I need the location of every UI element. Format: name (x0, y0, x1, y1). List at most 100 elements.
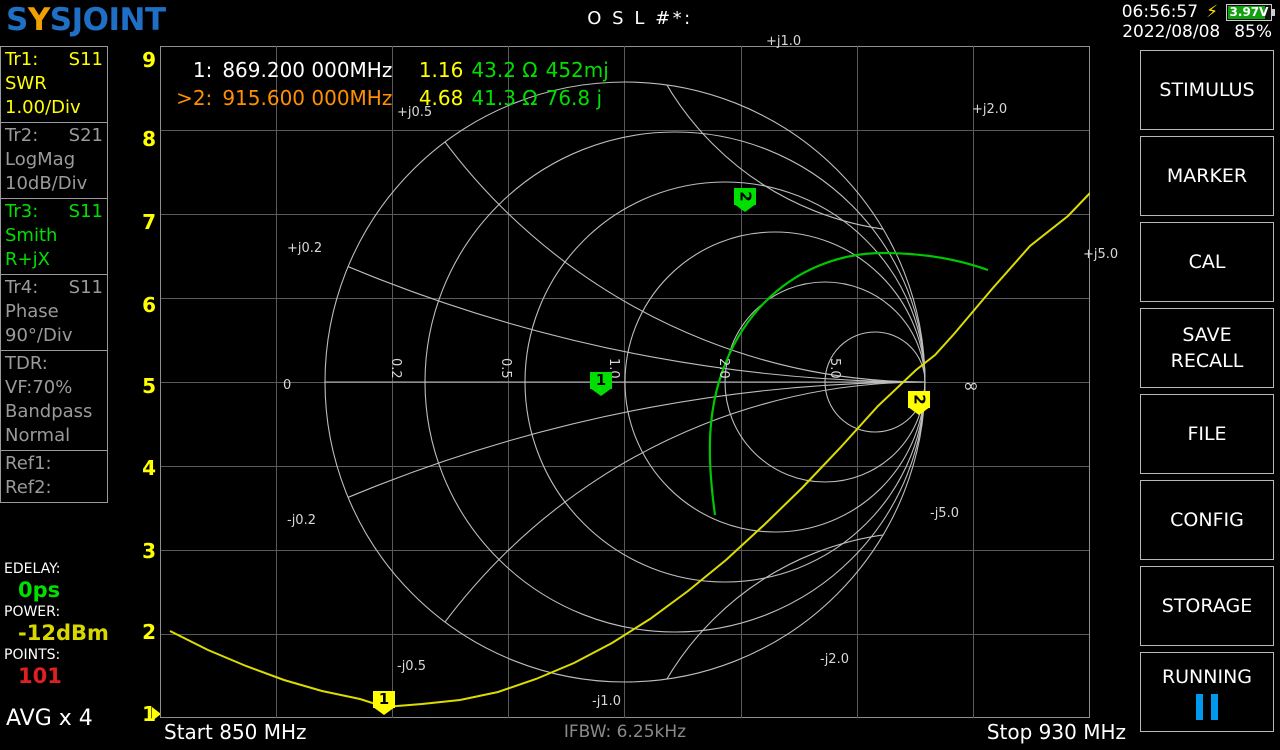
menu-button-marker-label: MARKER (1166, 165, 1248, 187)
swr-marker-1-label: 1 (378, 690, 390, 708)
right-menu: STIMULUS MARKER CAL SAVE RECALL FILE CON… (1140, 50, 1274, 738)
menu-button-file[interactable]: FILE (1140, 394, 1274, 474)
marker-1-resistance: 43.2 Ω (471, 58, 538, 82)
marker-2-swr: 4.68 (418, 86, 464, 110)
marker-2-frequency: 915.600 000MHz (222, 86, 393, 110)
marker-readout-row-1[interactable]: 1: 869.200 000MHz 1.16 43.2 Ω 452mj (170, 56, 610, 84)
smith-label-plus-j5: +j5.0 (1083, 247, 1119, 262)
tr4-param: S11 (68, 277, 103, 298)
tr1-scale: 1.00/Div (5, 97, 81, 118)
marker-readout-table: 1: 869.200 000MHz 1.16 43.2 Ω 452mj >2: … (170, 56, 610, 112)
ref1-label: Ref1: (5, 453, 52, 474)
menu-button-storage[interactable]: STORAGE (1140, 566, 1274, 646)
y-tick-7: 7 (142, 210, 156, 234)
tr1-name: Tr1: (5, 49, 39, 70)
smith-label-minus-j05: -j0.5 (397, 659, 426, 674)
ref2-label: Ref2: (5, 477, 52, 498)
y-tick-5: 5 (142, 374, 156, 398)
tr2-name: Tr2: (5, 125, 39, 146)
menu-button-stimulus[interactable]: STIMULUS (1140, 50, 1274, 130)
tr1-format: SWR (5, 73, 47, 94)
smith-label-minus-j5: -j5.0 (930, 506, 959, 521)
clock-date: 2022/08/08 (1122, 21, 1221, 42)
marker-2-reactance: 76.8 j (545, 86, 603, 110)
smith-marker-1-tip (590, 388, 612, 396)
smith-label-infinity: ∞ (963, 375, 979, 397)
smith-chart-overlay (169, 81, 1090, 709)
menu-button-recall-label: RECALL (1170, 350, 1244, 372)
tdr-velocity-factor: VF:70% (5, 377, 73, 398)
trace-item-tr2[interactable]: Tr2: S21 LogMag 10dB/Div (0, 122, 108, 198)
calibration-status: O S L #*: (587, 8, 693, 29)
battery-percent: 85% (1234, 21, 1272, 42)
marker-1-index: 1: (192, 58, 213, 82)
points-label: POINTS: (4, 647, 61, 663)
smith-label-minus-j2: -j2.0 (820, 652, 849, 667)
smith-label-05: 0.5 (498, 358, 513, 379)
tr4-name: Tr4: (5, 277, 39, 298)
menu-button-save-recall[interactable]: SAVE RECALL (1140, 308, 1274, 388)
lightning-bolt-icon: ⚡ (1206, 1, 1218, 22)
marker-readout-row-2[interactable]: >2: 915.600 000MHz 4.68 41.3 Ω 76.8 j (170, 84, 610, 112)
tr4-format: Phase (5, 301, 59, 322)
sweep-footer: Start 850 MHz IFBW: 6.25kHz Stop 930 MHz (160, 718, 1130, 750)
trace-item-tr1[interactable]: Tr1: S11 SWR 1.00/Div (0, 46, 108, 122)
points-value[interactable]: 101 (0, 664, 112, 689)
smith-label-02: 0.2 (388, 358, 403, 379)
smith-label-minus-j02: -j0.2 (287, 513, 316, 528)
smith-marker-2-label: 2 (736, 191, 755, 202)
menu-button-running[interactable]: RUNNING (1140, 652, 1274, 732)
tr3-param: S11 (68, 201, 103, 222)
y-axis: 9 8 7 6 5 4 3 2 1 (128, 46, 158, 726)
ref-section[interactable]: Ref1: Ref2: (0, 450, 108, 503)
swr-marker-2[interactable]: 2 (908, 391, 930, 415)
swr-marker-1-tip (373, 707, 395, 715)
marker-1-reactance: 452mj (545, 58, 609, 82)
y-tick-8: 8 (142, 127, 156, 151)
smith-label-plus-j02: +j0.2 (287, 241, 323, 256)
trace-item-tr3[interactable]: Tr3: S11 Smith R+jX (0, 198, 108, 274)
smith-label-zero: 0 (283, 378, 292, 393)
smith-label-20: 2.0 (716, 358, 731, 379)
menu-button-cal[interactable]: CAL (1140, 222, 1274, 302)
smith-marker-2[interactable]: 2 (734, 188, 756, 212)
y-tick-6: 6 (142, 293, 156, 317)
smith-marker-1[interactable]: 1 (590, 372, 612, 396)
tr3-scale: R+jX (5, 249, 50, 270)
tr3-name: Tr3: (5, 201, 39, 222)
y-tick-9: 9 (142, 48, 156, 72)
smith-label-plus-j2: +j2.0 (972, 102, 1008, 117)
edelay-value[interactable]: 0ps (0, 578, 112, 603)
y-tick-3: 3 (142, 539, 156, 563)
power-value[interactable]: -12dBm (0, 621, 112, 646)
battery-voltage: 3.97V (1229, 4, 1269, 19)
trace-sidebar: Tr1: S11 SWR 1.00/Div Tr2: S21 LogMag 10dB… (0, 46, 108, 503)
swr-marker-1[interactable]: 1 (373, 691, 395, 715)
menu-button-config[interactable]: CONFIG (1140, 480, 1274, 560)
tr1-param: S11 (68, 49, 103, 70)
marker-1-frequency: 869.200 000MHz (222, 58, 393, 82)
marker-2-resistance: 41.3 Ω (471, 86, 538, 110)
y-tick-2: 2 (142, 620, 156, 644)
battery-icon: 3.97V (1226, 3, 1275, 21)
clock-time: 06:56:57 (1121, 1, 1199, 22)
menu-button-file-label: FILE (1187, 423, 1227, 445)
marker-2-index: >2: (176, 86, 213, 110)
tdr-title: TDR: (5, 353, 48, 374)
swr-marker-2-label: 2 (910, 394, 929, 405)
y-tick-4: 4 (142, 456, 156, 480)
ifbw-value[interactable]: IFBW: 6.25kHz (160, 722, 1090, 742)
averaging-value[interactable]: AVG x 4 (6, 706, 93, 731)
sweep-stop-frequency[interactable]: Stop 930 MHz (987, 720, 1126, 744)
menu-button-marker[interactable]: MARKER (1140, 136, 1274, 216)
tr4-scale: 90°/Div (5, 325, 73, 346)
clock-battery-block: 06:56:57 ⚡ 3.97V 2022/08/08 85% (1121, 1, 1275, 42)
tr2-param: S21 (68, 125, 103, 146)
menu-button-storage-label: STORAGE (1161, 595, 1253, 617)
tdr-section[interactable]: TDR: VF:70% Bandpass Normal (0, 350, 108, 450)
smith-grid-lines (324, 81, 926, 683)
menu-button-stimulus-label: STIMULUS (1159, 79, 1255, 101)
trace-item-tr4[interactable]: Tr4: S11 Phase 90°/Div (0, 274, 108, 350)
menu-button-config-label: CONFIG (1170, 509, 1244, 531)
power-label: POWER: (4, 604, 61, 620)
